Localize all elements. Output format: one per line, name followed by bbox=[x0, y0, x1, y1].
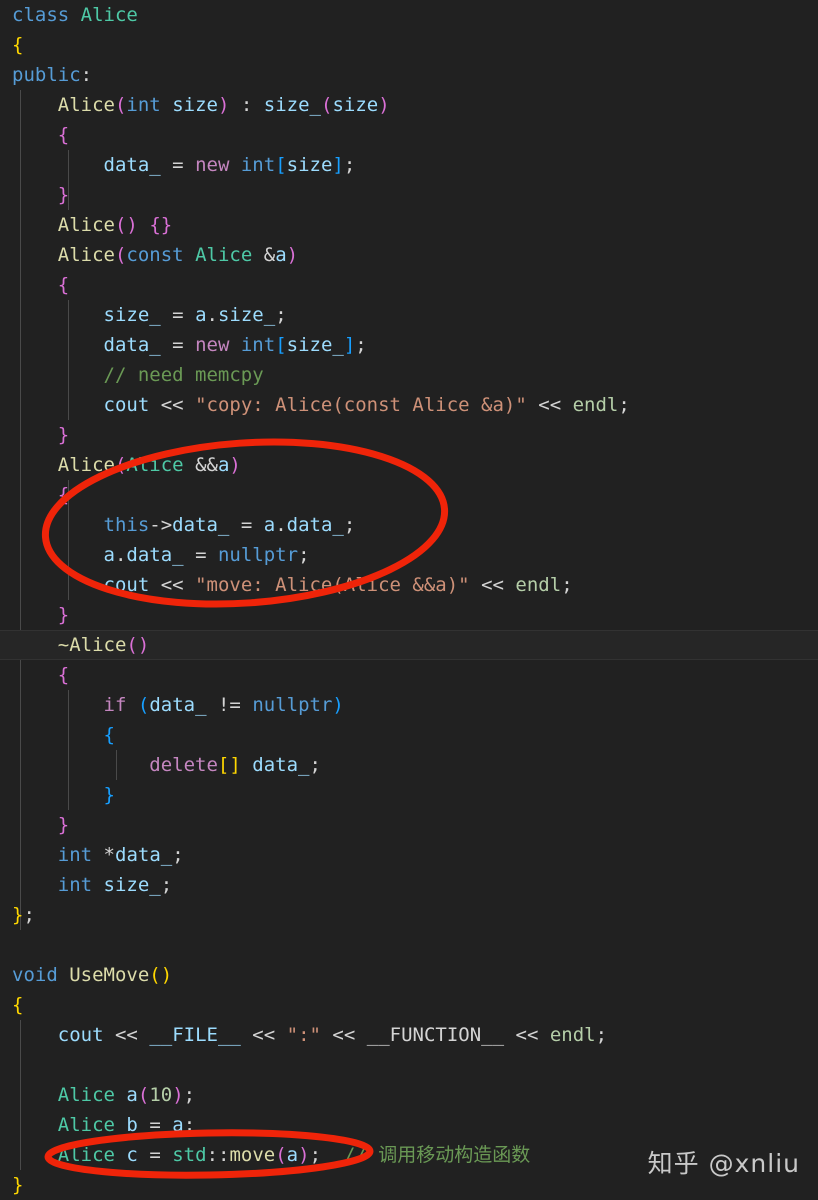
code-line[interactable]: { bbox=[0, 660, 818, 690]
code-line[interactable]: { bbox=[0, 720, 818, 750]
code-line[interactable]: delete[] data_; bbox=[0, 750, 818, 780]
code-line[interactable]: { bbox=[0, 30, 818, 60]
code-line[interactable]: class Alice bbox=[0, 0, 818, 30]
code-line[interactable]: { bbox=[0, 270, 818, 300]
code-line[interactable]: data_ = new int[size]; bbox=[0, 150, 818, 180]
watermark: 知乎 @xnliu bbox=[647, 1149, 800, 1178]
code-line[interactable]: } bbox=[0, 180, 818, 210]
code-line[interactable]: { bbox=[0, 480, 818, 510]
code-line[interactable]: } bbox=[0, 600, 818, 630]
code-line[interactable]: a.data_ = nullptr; bbox=[0, 540, 818, 570]
code-line[interactable]: Alice(int size) : size_(size) bbox=[0, 90, 818, 120]
code-line-current[interactable]: ~Alice() bbox=[0, 630, 818, 660]
code-line[interactable]: } bbox=[0, 780, 818, 810]
code-line[interactable]: }; bbox=[0, 900, 818, 930]
code-line[interactable]: size_ = a.size_; bbox=[0, 300, 818, 330]
code-screenshot: class Alice { public: Alice(int size) : … bbox=[0, 0, 818, 1200]
code-line[interactable]: } bbox=[0, 420, 818, 450]
code-line[interactable]: Alice a(10); bbox=[0, 1080, 818, 1110]
code-line[interactable]: Alice() {} bbox=[0, 210, 818, 240]
code-line[interactable]: if (data_ != nullptr) bbox=[0, 690, 818, 720]
code-line[interactable]: } bbox=[0, 810, 818, 840]
code-line[interactable]: { bbox=[0, 990, 818, 1020]
code-line[interactable]: Alice b = a; bbox=[0, 1110, 818, 1140]
code-line[interactable]: { bbox=[0, 120, 818, 150]
code-line[interactable]: cout << "copy: Alice(const Alice &a)" <<… bbox=[0, 390, 818, 420]
code-line[interactable]: int *data_; bbox=[0, 840, 818, 870]
code-line[interactable]: int size_; bbox=[0, 870, 818, 900]
code-line[interactable]: // need memcpy bbox=[0, 360, 818, 390]
code-line[interactable]: this->data_ = a.data_; bbox=[0, 510, 818, 540]
code-line-blank[interactable] bbox=[0, 1050, 818, 1080]
code-line[interactable]: public: bbox=[0, 60, 818, 90]
code-line-blank[interactable] bbox=[0, 930, 818, 960]
code-line[interactable]: void UseMove() bbox=[0, 960, 818, 990]
code-line[interactable]: Alice(Alice &&a) bbox=[0, 450, 818, 480]
code-line[interactable]: Alice(const Alice &a) bbox=[0, 240, 818, 270]
code-line[interactable]: cout << "move: Alice(Alice &&a)" << endl… bbox=[0, 570, 818, 600]
code-line[interactable]: cout << __FILE__ << ":" << __FUNCTION__ … bbox=[0, 1020, 818, 1050]
code-line[interactable]: data_ = new int[size_]; bbox=[0, 330, 818, 360]
code-editor[interactable]: class Alice { public: Alice(int size) : … bbox=[0, 0, 818, 1200]
